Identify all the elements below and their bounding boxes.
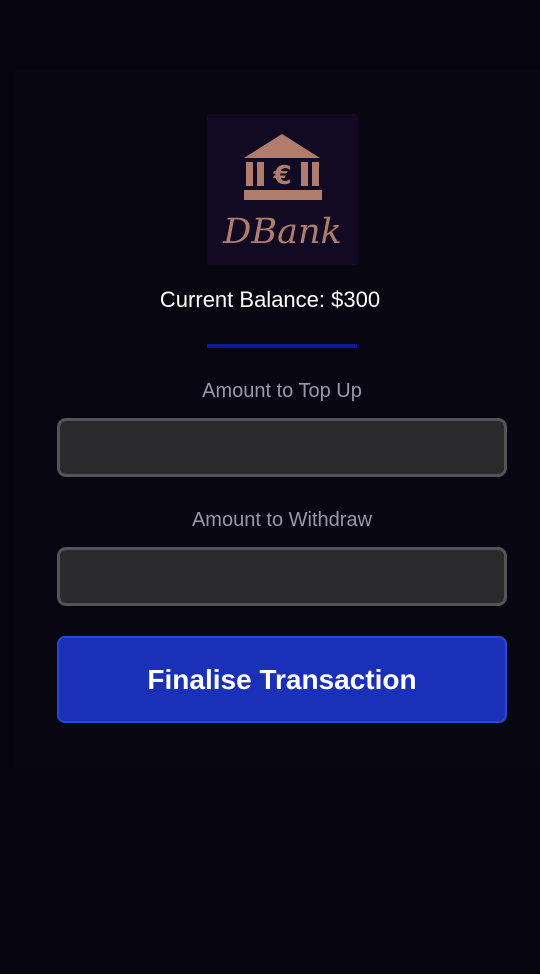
euro-symbol: € [272,161,291,191]
topup-label: Amount to Top Up [202,380,362,402]
current-balance: Current Balance: $300 [159,287,381,312]
dbank-logo: € DBank [207,114,358,265]
withdraw-label: Amount to Withdraw [191,509,373,531]
logo-text: DBank [223,212,342,252]
finalise-transaction-button[interactable]: Finalise Transaction [57,636,507,723]
divider [207,344,357,348]
withdraw-amount-input[interactable] [57,547,507,606]
topup-amount-input[interactable] [57,418,507,477]
